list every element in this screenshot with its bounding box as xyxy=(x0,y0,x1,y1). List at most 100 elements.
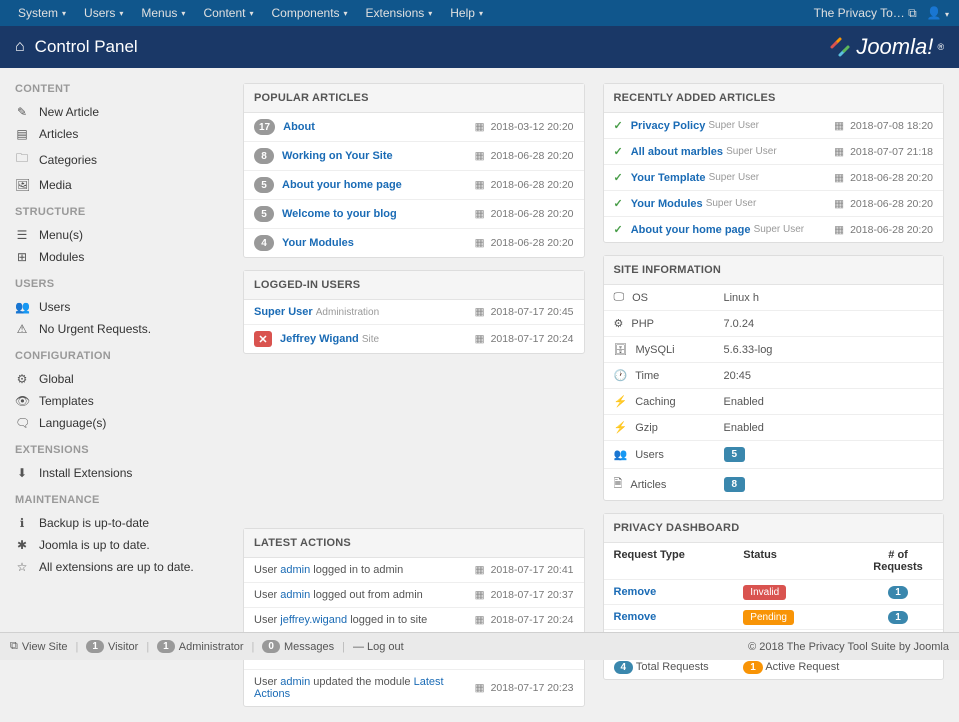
calendar-icon: ▦ xyxy=(834,146,844,158)
action-user-link[interactable]: admin xyxy=(280,589,310,601)
request-type-link[interactable]: Remove xyxy=(614,586,657,598)
top-menubar: System ▾Users ▾Menus ▾Content ▾Component… xyxy=(0,0,959,26)
check-icon: ✓ xyxy=(614,223,623,236)
footer-administrator[interactable]: 1 Administrator xyxy=(157,640,243,653)
logout-user-button[interactable]: ✕ xyxy=(254,331,272,347)
article-author: Super User xyxy=(708,120,759,131)
sidebar-item-articles[interactable]: ▤Articles xyxy=(15,123,225,145)
popular-article-row: 5Welcome to your blog▦2018-06-28 20:20 xyxy=(244,200,584,229)
sidebar-icon: ▤ xyxy=(15,127,29,141)
caret-down-icon: ▾ xyxy=(479,9,483,18)
calendar-icon: ▦ xyxy=(475,589,485,601)
site-name-link[interactable]: The Privacy To… ⧉ xyxy=(814,6,917,21)
sidebar-item-modules[interactable]: ⊞Modules xyxy=(15,246,225,268)
users-icon: 👥 xyxy=(614,448,628,461)
action-date: 2018-07-17 20:24 xyxy=(491,614,574,626)
info-icon: ⚡ xyxy=(614,395,628,408)
article-date: 2018-06-28 20:20 xyxy=(491,179,574,191)
user-link[interactable]: Jeffrey Wigand xyxy=(280,333,359,345)
calendar-icon: ▦ xyxy=(475,564,485,576)
sidebar-icon: 👥 xyxy=(15,300,29,314)
info-label: Articles xyxy=(630,479,666,491)
sidebar-item-label: Menu(s) xyxy=(39,228,83,242)
action-user-link[interactable]: admin xyxy=(280,564,310,576)
sidebar-item-label: Users xyxy=(39,300,70,314)
col-num-requests: # of Requests xyxy=(863,549,933,573)
calendar-icon: ▦ xyxy=(475,614,485,626)
sidebar-item-backup-is-up-to-date[interactable]: ℹBackup is up-to-date xyxy=(15,512,225,534)
sidebar-item-menu-s-[interactable]: ☰Menu(s) xyxy=(15,224,225,246)
logout-link[interactable]: — Log out xyxy=(353,641,404,653)
action-row: User admin updated the module Latest Act… xyxy=(244,670,584,706)
sidebar-item-templates[interactable]: 👁Templates xyxy=(15,390,225,412)
users-count-badge[interactable]: 5 xyxy=(724,447,746,462)
request-type-link[interactable]: Remove xyxy=(614,611,657,623)
info-value: 20:45 xyxy=(724,370,752,382)
article-link[interactable]: Your Modules xyxy=(282,237,354,249)
info-icon: ⚡ xyxy=(614,421,628,434)
info-value: Linux h xyxy=(724,292,759,304)
status-bar: ⧉ View Site|1 Visitor|1 Administrator|0 … xyxy=(0,632,959,660)
check-icon: ✓ xyxy=(614,171,623,184)
article-date: 2018-07-08 18:20 xyxy=(850,120,933,132)
view-site-link[interactable]: ⧉ View Site xyxy=(10,640,68,653)
joomla-logo[interactable]: Joomla!® xyxy=(828,34,944,60)
popular-articles-panel: POPULAR ARTICLES 17About▦2018-03-12 20:2… xyxy=(243,83,585,258)
article-author: Super User xyxy=(754,224,805,235)
recent-article-row: ✓Your Template Super User▦2018-06-28 20:… xyxy=(604,165,944,191)
article-link[interactable]: Working on Your Site xyxy=(282,150,393,162)
sidebar-section-title: STRUCTURE xyxy=(15,206,225,218)
article-date: 2018-06-28 20:20 xyxy=(850,172,933,184)
menu-extensions[interactable]: Extensions ▾ xyxy=(358,2,441,24)
sidebar-item-joomla-is-up-to-date-[interactable]: ✱Joomla is up to date. xyxy=(15,534,225,556)
menu-help[interactable]: Help ▾ xyxy=(442,2,491,24)
article-link[interactable]: About your home page xyxy=(631,224,751,236)
article-link[interactable]: All about marbles xyxy=(631,146,723,158)
sidebar-item-no-urgent-requests-[interactable]: ⚠No Urgent Requests. xyxy=(15,318,225,340)
site-info-row: 🖵OSLinux h xyxy=(604,285,944,311)
popular-article-row: 8Working on Your Site▦2018-06-28 20:20 xyxy=(244,142,584,171)
active-count-badge: 1 xyxy=(743,661,763,674)
menu-system[interactable]: System ▾ xyxy=(10,2,74,24)
sidebar-item-new-article[interactable]: ✎New Article xyxy=(15,101,225,123)
sidebar-item-language-s-[interactable]: 🗨 Language(s) xyxy=(15,412,225,434)
article-link[interactable]: Privacy Policy xyxy=(631,120,706,132)
article-link[interactable]: Your Modules xyxy=(631,198,703,210)
sidebar-item-install-extensions[interactable]: ⬇Install Extensions xyxy=(15,462,225,484)
articles-count-badge[interactable]: 8 xyxy=(724,477,746,492)
menu-users[interactable]: Users ▾ xyxy=(76,2,131,24)
article-date: 2018-07-07 21:18 xyxy=(850,146,933,158)
popular-article-row: 4Your Modules▦2018-06-28 20:20 xyxy=(244,229,584,257)
article-link[interactable]: About xyxy=(283,121,315,133)
sidebar-icon: 🗨 xyxy=(15,416,29,430)
panel-title: PRIVACY DASHBOARD xyxy=(604,514,944,543)
sidebar-item-label: Language(s) xyxy=(39,416,106,430)
footer-messages[interactable]: 0 Messages xyxy=(262,640,334,653)
calendar-icon: ▦ xyxy=(834,120,844,132)
sidebar-section-title: USERS xyxy=(15,278,225,290)
action-user-link[interactable]: jeffrey.wigand xyxy=(280,614,347,626)
user-menu[interactable]: 👤 ▾ xyxy=(927,6,949,20)
sidebar-item-all-extensions-are-up-to-date-[interactable]: ☆All extensions are up to date. xyxy=(15,556,225,578)
sidebar-icon: ⚙ xyxy=(15,372,29,386)
sidebar-item-media[interactable]: 🖼Media xyxy=(15,174,225,196)
user-link[interactable]: Super User xyxy=(254,306,313,318)
sidebar-item-label: Categories xyxy=(39,153,97,167)
sidebar-item-categories[interactable]: 🗀Categories xyxy=(15,145,225,174)
menu-content[interactable]: Content ▾ xyxy=(195,2,261,24)
article-link[interactable]: Your Template xyxy=(631,172,706,184)
calendar-icon: ▦ xyxy=(475,150,485,162)
menu-menus[interactable]: Menus ▾ xyxy=(133,2,193,24)
action-user-link[interactable]: admin xyxy=(280,676,310,688)
sidebar-item-global[interactable]: ⚙Global xyxy=(15,368,225,390)
menu-components[interactable]: Components ▾ xyxy=(263,2,355,24)
info-label: Caching xyxy=(635,396,675,408)
footer-visitor[interactable]: 1 Visitor xyxy=(86,640,138,653)
article-link[interactable]: Welcome to your blog xyxy=(282,208,397,220)
calendar-icon: ▦ xyxy=(834,172,844,184)
sidebar-section-title: MAINTENANCE xyxy=(15,494,225,506)
sidebar-item-label: Media xyxy=(39,178,72,192)
sidebar-icon: ⊞ xyxy=(15,250,29,264)
article-link[interactable]: About your home page xyxy=(282,179,402,191)
sidebar-item-users[interactable]: 👥 Users xyxy=(15,296,225,318)
